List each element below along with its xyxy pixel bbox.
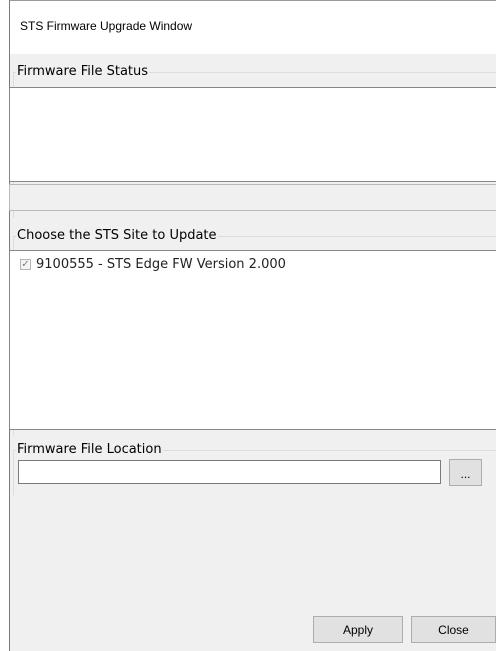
firmware-status-bar [9, 184, 496, 211]
firmware-file-path-input[interactable] [18, 460, 441, 484]
browse-button[interactable]: ... [449, 459, 482, 486]
site-item-label: 9100555 - STS Edge FW Version 2.000 [36, 256, 286, 272]
title-bar: STS Firmware Upgrade Window [10, 1, 496, 54]
window-title: STS Firmware Upgrade Window [20, 19, 193, 33]
close-button[interactable]: Close [411, 616, 496, 643]
firmware-status-group-label: Firmware File Status [16, 64, 150, 80]
apply-button[interactable]: Apply [313, 616, 403, 643]
site-selection-group-label: Choose the STS Site to Update [16, 228, 218, 244]
checkbox-checked-icon[interactable]: ✓ [20, 258, 31, 270]
file-location-group-label: Firmware File Location [16, 442, 163, 458]
site-list[interactable]: ✓ 9100555 - STS Edge FW Version 2.000 [9, 250, 496, 430]
firmware-status-textarea[interactable] [9, 87, 496, 182]
list-item[interactable]: ✓ 9100555 - STS Edge FW Version 2.000 [20, 256, 286, 272]
